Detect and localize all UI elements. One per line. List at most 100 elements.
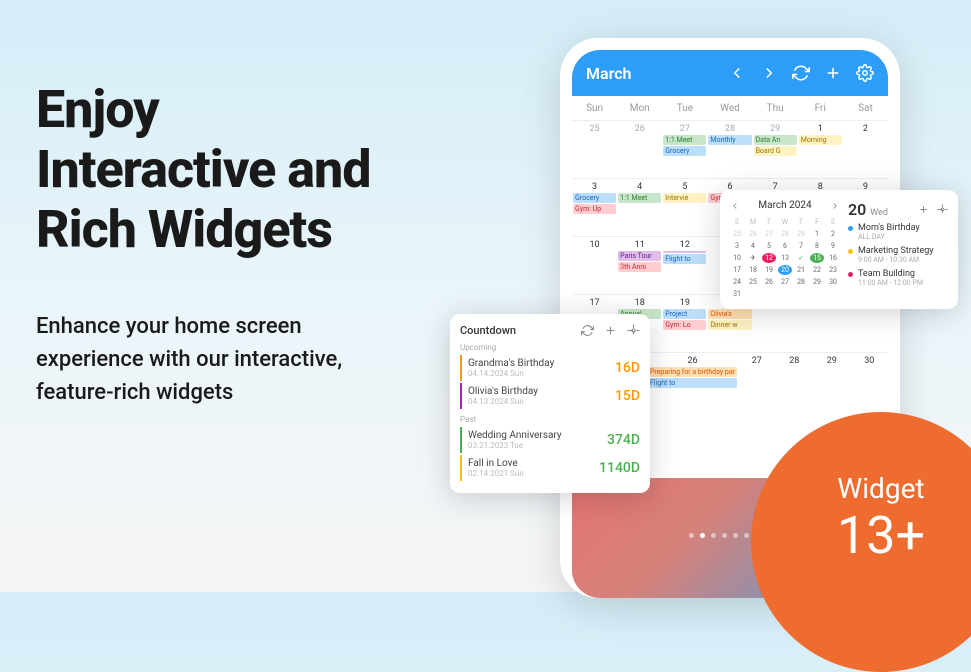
calendar-weekdays: SunMonTueWedThuFriSat [572, 96, 888, 120]
gear-icon[interactable] [627, 324, 640, 337]
calendar-cell[interactable]: 27 [738, 353, 776, 410]
chevron-left-icon[interactable] [730, 201, 740, 211]
agenda-mini-grid[interactable]: SMTWTFS252627282912345678910✈1213✓151617… [730, 217, 840, 299]
calendar-cell[interactable]: 12Flight to [662, 237, 707, 294]
chevron-left-icon[interactable] [728, 64, 746, 82]
calendar-cell[interactable]: 28 [776, 353, 814, 410]
mini-cal-day[interactable]: 19 [762, 265, 776, 275]
mini-cal-day[interactable]: 22 [810, 265, 824, 275]
calendar-event[interactable]: 1:1 Meet [663, 135, 706, 145]
gear-icon[interactable] [856, 64, 874, 82]
mini-cal-day[interactable]: 4 [746, 241, 760, 251]
calendar-event[interactable]: Morning [799, 135, 842, 145]
plus-icon[interactable] [918, 204, 929, 215]
refresh-icon[interactable] [792, 64, 810, 82]
calendar-cell[interactable]: 19ProjectGym: Lo [662, 295, 707, 352]
mini-cal-day[interactable]: 15 [810, 253, 824, 263]
plus-icon[interactable] [604, 324, 617, 337]
calendar-cell[interactable]: 11Paris Tour3th Anni [617, 237, 662, 294]
mini-cal-day[interactable]: 1 [810, 229, 824, 239]
calendar-event[interactable]: Gym: Up [573, 204, 616, 214]
mini-cal-day[interactable]: 9 [826, 241, 840, 251]
plus-icon[interactable] [824, 64, 842, 82]
calendar-cell[interactable]: 3GroceryGym: Up [572, 179, 617, 236]
calendar-cell[interactable]: 30 [851, 353, 888, 410]
calendar-event[interactable] [663, 251, 706, 253]
mini-cal-day[interactable]: 29 [794, 229, 808, 239]
mini-cal-day[interactable]: 7 [794, 241, 808, 251]
countdown-item[interactable]: Wedding Anniversary03.21.2023 Tue374D [460, 427, 648, 453]
calendar-event[interactable]: Paris Tour [618, 251, 661, 261]
calendar-event[interactable]: Board G [754, 146, 797, 156]
mini-cal-day[interactable]: ✈ [746, 253, 760, 263]
agenda-event-time: 11:00 AM - 12:00 PM [858, 279, 923, 287]
mini-cal-day[interactable]: 3 [730, 241, 744, 251]
mini-cal-day[interactable]: 17 [730, 265, 744, 275]
calendar-cell[interactable]: 1Morning [798, 121, 843, 178]
chevron-right-icon[interactable] [760, 64, 778, 82]
countdown-item[interactable]: Fall in Love02.14.2021 Sun1140D [460, 455, 648, 481]
agenda-event[interactable]: Marketing Strategy9:00 AM - 10:30 AM [848, 246, 948, 264]
calendar-cell[interactable]: 28Monthly [707, 121, 752, 178]
calendar-cell[interactable]: 10 [572, 237, 617, 294]
mini-cal-day[interactable]: 27 [778, 277, 792, 287]
mini-cal-day[interactable]: 28 [794, 277, 808, 287]
calendar-event[interactable]: Dinner w [708, 320, 751, 330]
calendar-event[interactable]: Project [663, 309, 706, 319]
refresh-icon[interactable] [581, 324, 594, 337]
mini-cal-day[interactable]: ✓ [794, 253, 808, 263]
mini-cal-day[interactable]: 27 [762, 229, 776, 239]
mini-cal-day[interactable]: 31 [730, 289, 744, 299]
calendar-event[interactable]: Monthly [708, 135, 751, 145]
mini-cal-day[interactable]: 25 [730, 229, 744, 239]
calendar-cell[interactable]: 29 [813, 353, 851, 410]
mini-cal-day[interactable]: 28 [778, 229, 792, 239]
countdown-item[interactable]: Olivia's Birthday04.13.2024 Sun15D [460, 383, 648, 409]
calendar-event[interactable]: 1:1 Meet [618, 193, 661, 203]
calendar-cell[interactable]: 271:1 MeetGrocery [662, 121, 707, 178]
calendar-month-label[interactable]: March [586, 64, 714, 83]
calendar-cell[interactable]: 25 [572, 121, 617, 178]
mini-cal-day[interactable]: 26 [746, 229, 760, 239]
mini-cal-day[interactable]: 20 [778, 265, 792, 275]
mini-cal-day[interactable]: 26 [762, 277, 776, 287]
calendar-event[interactable]: Olivia's [708, 309, 751, 319]
calendar-event[interactable]: Flight to [648, 378, 737, 388]
mini-cal-day[interactable]: 24 [730, 277, 744, 287]
countdown-item[interactable]: Grandma's Birthday04.14.2024 Sun16D [460, 355, 648, 381]
calendar-cell[interactable]: 5Intervie [662, 179, 707, 236]
calendar-event[interactable]: Grocery [573, 193, 616, 203]
agenda-event[interactable]: Team Building11:00 AM - 12:00 PM [848, 269, 948, 287]
mini-cal-day[interactable]: 13 [778, 253, 792, 263]
calendar-event[interactable]: Intervie [663, 193, 706, 203]
calendar-event[interactable]: Grocery [663, 146, 706, 156]
mini-cal-day[interactable]: 21 [794, 265, 808, 275]
calendar-cell[interactable]: 2 [843, 121, 888, 178]
mini-cal-day[interactable]: 8 [810, 241, 824, 251]
countdown-widget[interactable]: Countdown UpcomingGrandma's Birthday04.1… [450, 314, 650, 493]
calendar-cell[interactable]: 41:1 Meet [617, 179, 662, 236]
calendar-event[interactable]: Gym: Lo [663, 320, 706, 330]
calendar-event[interactable]: 3th Anni [618, 262, 661, 272]
calendar-cell[interactable]: 26Preparing for a birthday parFlight to [647, 353, 738, 410]
calendar-cell[interactable]: 29Data AnBoard G [753, 121, 798, 178]
gear-icon[interactable] [937, 204, 948, 215]
mini-cal-day[interactable]: 5 [762, 241, 776, 251]
calendar-event[interactable]: Data An [754, 135, 797, 145]
calendar-cell[interactable]: 26 [617, 121, 662, 178]
mini-cal-day[interactable]: 10 [730, 253, 744, 263]
mini-cal-day[interactable]: 30 [826, 277, 840, 287]
mini-cal-day[interactable]: 18 [746, 265, 760, 275]
mini-cal-day[interactable]: 29 [810, 277, 824, 287]
chevron-right-icon[interactable] [830, 201, 840, 211]
mini-cal-day[interactable]: 6 [778, 241, 792, 251]
calendar-event[interactable]: Flight to [663, 254, 706, 264]
mini-cal-day[interactable]: 25 [746, 277, 760, 287]
mini-cal-day[interactable]: 2 [826, 229, 840, 239]
calendar-event[interactable]: Preparing for a birthday par [648, 367, 737, 377]
mini-cal-day[interactable]: 23 [826, 265, 840, 275]
mini-cal-day[interactable]: 16 [826, 253, 840, 263]
mini-cal-day[interactable]: 12 [762, 253, 776, 263]
agenda-event[interactable]: Mom's BirthdayALL DAY [848, 223, 948, 241]
agenda-widget[interactable]: March 2024 SMTWTFS252627282912345678910✈… [720, 190, 958, 309]
